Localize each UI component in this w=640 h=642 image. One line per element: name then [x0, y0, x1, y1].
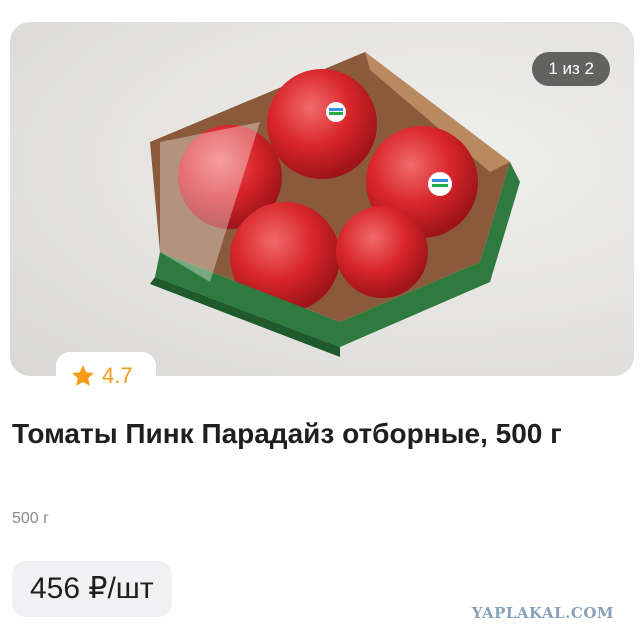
- image-counter: 1 из 2: [532, 52, 610, 86]
- product-weight: 500 г: [12, 510, 49, 527]
- rating-badge: 4.7: [56, 352, 156, 400]
- rating-value: 4.7: [102, 363, 133, 388]
- watermark: YAPLAKAL.COM: [471, 604, 614, 622]
- price-badge: 456 ₽/шт: [12, 561, 172, 617]
- product-photo[interactable]: 1 из 2: [10, 22, 634, 376]
- product-title: Томаты Пинк Парадайз отборные, 500 г: [12, 418, 562, 449]
- star-icon: [72, 365, 94, 386]
